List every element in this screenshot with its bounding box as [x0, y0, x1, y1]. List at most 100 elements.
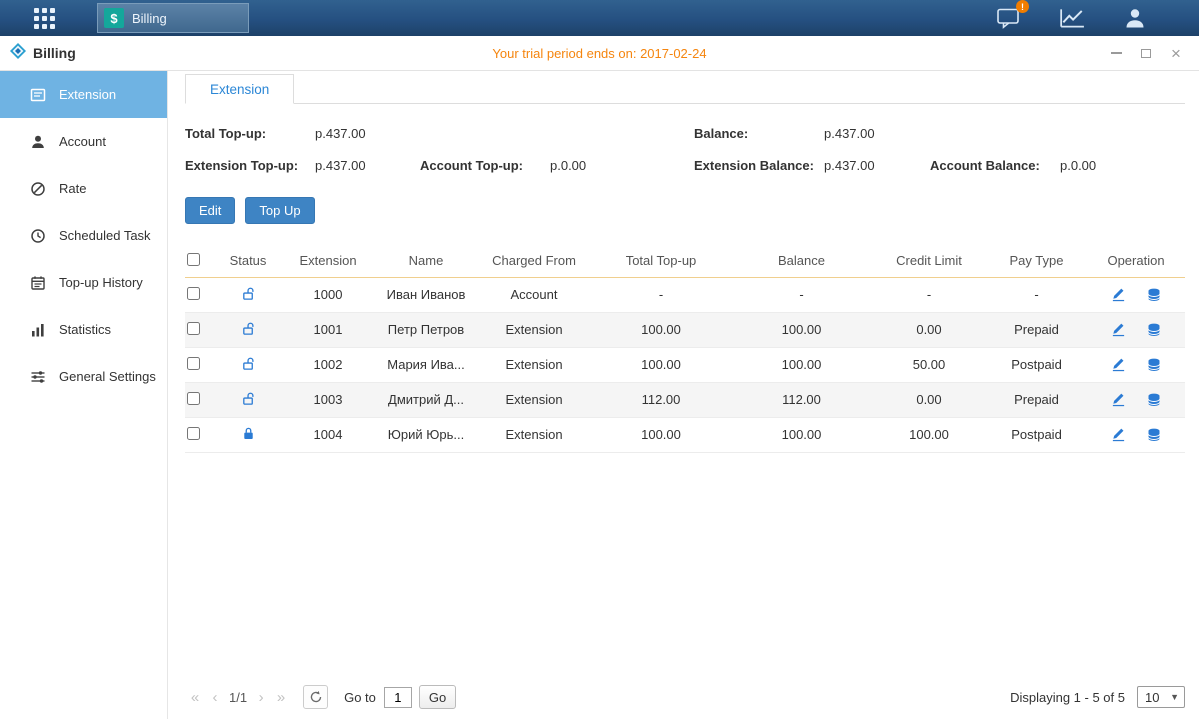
topbar-tab-label: Billing: [132, 11, 167, 26]
account-topup-value: p.0.00: [550, 158, 586, 173]
apps-grid-icon[interactable]: [34, 8, 55, 29]
next-page-button[interactable]: ›: [251, 689, 271, 706]
row-checkbox[interactable]: [187, 427, 200, 440]
maximize-button[interactable]: [1139, 46, 1153, 60]
lock-status-icon[interactable]: [241, 391, 256, 406]
last-page-button[interactable]: »: [271, 689, 291, 706]
cell-credit-limit: 0.00: [872, 382, 986, 417]
sidebar-item-statistics[interactable]: Statistics: [0, 306, 167, 353]
table-row: 1003 Дмитрий Д... Extension 112.00 112.0…: [185, 382, 1185, 417]
sidebar-item-label: Top-up History: [59, 275, 143, 290]
edit-row-icon[interactable]: [1111, 392, 1126, 407]
extensions-table: Status Extension Name Charged From Total…: [185, 245, 1185, 453]
extension-balance-value: p.437.00: [824, 158, 875, 173]
cell-pay-type: Prepaid: [986, 312, 1087, 347]
cell-extension: 1002: [281, 347, 375, 382]
balance-label: Balance:: [694, 126, 824, 141]
go-button[interactable]: Go: [419, 685, 456, 709]
account-topup-field: Account Top-up: p.0.00: [420, 158, 694, 173]
sidebar-item-general-settings[interactable]: General Settings: [0, 353, 167, 400]
row-checkbox[interactable]: [187, 287, 200, 300]
goto-page-input[interactable]: [384, 687, 412, 708]
account-topup-label: Account Top-up:: [420, 158, 550, 173]
col-header-balance: Balance: [731, 245, 872, 277]
cell-extension: 1004: [281, 417, 375, 452]
col-header-status: Status: [215, 245, 281, 277]
col-header-name: Name: [375, 245, 477, 277]
cell-balance: 100.00: [731, 312, 872, 347]
dollar-icon: $: [104, 8, 124, 28]
topbar-tab-billing[interactable]: $ Billing: [97, 3, 249, 33]
page-size-select[interactable]: 10 ▼: [1137, 686, 1185, 708]
window-titlebar: Billing Your trial period ends on: 2017-…: [0, 36, 1199, 71]
topup-row-icon[interactable]: [1146, 323, 1162, 337]
trial-notice: Your trial period ends on: 2017-02-24: [0, 46, 1199, 61]
col-header-operation: Operation: [1087, 245, 1185, 277]
person-icon: [30, 134, 46, 150]
lock-status-icon[interactable]: [241, 286, 256, 301]
prev-page-button[interactable]: ‹: [205, 689, 225, 706]
extension-topup-value: p.437.00: [315, 158, 366, 173]
sidebar-item-scheduled-task[interactable]: Scheduled Task: [0, 212, 167, 259]
user-account-icon[interactable]: [1123, 6, 1147, 30]
select-all-checkbox[interactable]: [187, 253, 200, 266]
minimize-button[interactable]: [1109, 46, 1123, 60]
total-topup-label: Total Top-up:: [185, 126, 315, 141]
sidebar-item-topup-history[interactable]: Top-up History: [0, 259, 167, 306]
edit-row-icon[interactable]: [1111, 357, 1126, 372]
bar-chart-icon: [30, 322, 46, 338]
topup-row-icon[interactable]: [1146, 428, 1162, 442]
first-page-button[interactable]: «: [185, 689, 205, 706]
lock-status-icon[interactable]: [241, 321, 256, 336]
table-row: 1000 Иван Иванов Account - - - -: [185, 277, 1185, 312]
sidebar-item-extension[interactable]: Extension: [0, 71, 167, 118]
table-header-row: Status Extension Name Charged From Total…: [185, 245, 1185, 277]
notifications-chat-icon[interactable]: !: [995, 6, 1021, 30]
sidebar-item-label: Extension: [59, 87, 116, 102]
lock-status-icon[interactable]: [241, 356, 256, 371]
edit-row-icon[interactable]: [1111, 427, 1126, 442]
refresh-button[interactable]: [303, 685, 328, 709]
lock-status-icon[interactable]: [241, 426, 256, 441]
calendar-icon: [30, 275, 46, 291]
topup-row-icon[interactable]: [1146, 393, 1162, 407]
cell-name: Мария Ива...: [375, 347, 477, 382]
col-header-total-topup: Total Top-up: [591, 245, 731, 277]
cell-credit-limit: 100.00: [872, 417, 986, 452]
cell-pay-type: Prepaid: [986, 382, 1087, 417]
cell-credit-limit: 50.00: [872, 347, 986, 382]
topup-row-icon[interactable]: [1146, 288, 1162, 302]
cell-pay-type: Postpaid: [986, 417, 1087, 452]
top-up-button[interactable]: Top Up: [245, 197, 314, 224]
row-checkbox[interactable]: [187, 322, 200, 335]
edit-row-icon[interactable]: [1111, 287, 1126, 302]
cell-extension: 1000: [281, 277, 375, 312]
extension-balance-label: Extension Balance:: [694, 158, 824, 173]
row-checkbox[interactable]: [187, 392, 200, 405]
extension-balance-field: Extension Balance: p.437.00: [694, 158, 930, 173]
sidebar-item-account[interactable]: Account: [0, 118, 167, 165]
cell-balance: 112.00: [731, 382, 872, 417]
close-button[interactable]: ×: [1169, 46, 1183, 60]
edit-button[interactable]: Edit: [185, 197, 235, 224]
clock-icon: [30, 228, 46, 244]
sidebar-item-rate[interactable]: Rate: [0, 165, 167, 212]
sidebar-item-label: Account: [59, 134, 106, 149]
cell-balance: 100.00: [731, 417, 872, 452]
cell-charged-from: Extension: [477, 312, 591, 347]
tab-extension[interactable]: Extension: [185, 74, 294, 104]
table-row: 1002 Мария Ива... Extension 100.00 100.0…: [185, 347, 1185, 382]
extension-topup-field: Extension Top-up: p.437.00: [185, 158, 420, 173]
topup-row-icon[interactable]: [1146, 358, 1162, 372]
total-topup-value: p.437.00: [315, 126, 366, 141]
statistics-chart-icon[interactable]: [1059, 7, 1085, 29]
edit-row-icon[interactable]: [1111, 322, 1126, 337]
rate-icon: [30, 181, 46, 197]
sliders-icon: [30, 369, 46, 385]
extension-topup-label: Extension Top-up:: [185, 158, 315, 173]
row-checkbox[interactable]: [187, 357, 200, 370]
cell-total-topup: -: [591, 277, 731, 312]
page-indicator: 1/1: [229, 690, 247, 705]
table-row: 1001 Петр Петров Extension 100.00 100.00…: [185, 312, 1185, 347]
cell-name: Дмитрий Д...: [375, 382, 477, 417]
